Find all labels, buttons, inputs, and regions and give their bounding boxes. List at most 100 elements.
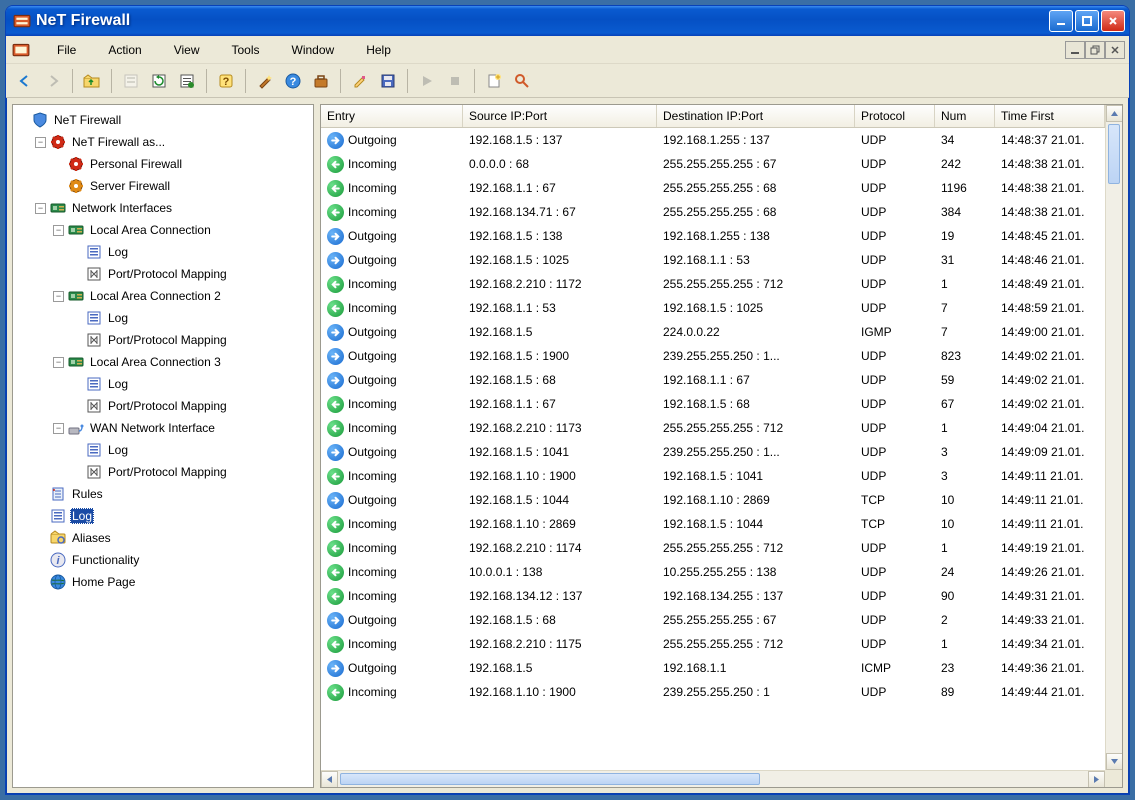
play-button[interactable] bbox=[414, 68, 440, 94]
menu-tools[interactable]: Tools bbox=[217, 39, 275, 61]
tree-node[interactable]: Server Firewall bbox=[53, 175, 313, 197]
log-row[interactable]: Outgoing192.168.1.5192.168.1.1ICMP2314:4… bbox=[321, 656, 1122, 680]
mdi-minimize-button[interactable] bbox=[1065, 41, 1085, 59]
column-header-dest[interactable]: Destination IP:Port bbox=[657, 105, 855, 127]
tree-view[interactable]: NeT Firewall−NeT Firewall as...Personal … bbox=[12, 104, 314, 788]
tree-node[interactable]: Home Page bbox=[35, 571, 313, 593]
tree-expander-icon[interactable]: − bbox=[35, 137, 46, 148]
tree-node[interactable]: Port/Protocol Mapping bbox=[71, 461, 313, 483]
log-row[interactable]: Incoming192.168.134.12 : 137192.168.134.… bbox=[321, 584, 1122, 608]
tree-node[interactable]: −WAN Network Interface bbox=[53, 417, 313, 439]
toolbox-button[interactable] bbox=[308, 68, 334, 94]
log-row[interactable]: Incoming192.168.1.1 : 67192.168.1.5 : 68… bbox=[321, 392, 1122, 416]
scroll-left-button[interactable] bbox=[321, 771, 338, 788]
log-row[interactable]: Incoming192.168.2.210 : 1172255.255.255.… bbox=[321, 272, 1122, 296]
log-row[interactable]: Outgoing192.168.1.5 : 1041239.255.255.25… bbox=[321, 440, 1122, 464]
properties-button[interactable] bbox=[118, 68, 144, 94]
tree-node[interactable]: NeT Firewall bbox=[17, 109, 313, 131]
scroll-right-button[interactable] bbox=[1088, 771, 1105, 788]
wizard-button[interactable] bbox=[252, 68, 278, 94]
tree-node[interactable]: Personal Firewall bbox=[53, 153, 313, 175]
back-button[interactable] bbox=[12, 68, 38, 94]
new-document-button[interactable] bbox=[481, 68, 507, 94]
maximize-button[interactable] bbox=[1075, 10, 1099, 32]
tree-node[interactable]: iFunctionality bbox=[35, 549, 313, 571]
log-row[interactable]: Incoming192.168.1.1 : 53192.168.1.5 : 10… bbox=[321, 296, 1122, 320]
mdi-restore-button[interactable] bbox=[1085, 41, 1105, 59]
tree-expander-icon[interactable]: − bbox=[53, 225, 64, 236]
log-row[interactable]: Outgoing192.168.1.5 : 1025192.168.1.1 : … bbox=[321, 248, 1122, 272]
vertical-scroll-thumb[interactable] bbox=[1108, 124, 1120, 184]
log-row[interactable]: Incoming192.168.134.71 : 67255.255.255.2… bbox=[321, 200, 1122, 224]
log-row[interactable]: Outgoing192.168.1.5 : 137192.168.1.255 :… bbox=[321, 128, 1122, 152]
horizontal-scroll-thumb[interactable] bbox=[340, 773, 760, 785]
tree-node[interactable]: Aliases bbox=[35, 527, 313, 549]
tree-node[interactable]: −Network Interfaces bbox=[35, 197, 313, 219]
log-row[interactable]: Outgoing192.168.1.5 : 68192.168.1.1 : 67… bbox=[321, 368, 1122, 392]
tree-node[interactable]: Log bbox=[71, 439, 313, 461]
log-row[interactable]: Outgoing192.168.1.5224.0.0.22IGMP714:49:… bbox=[321, 320, 1122, 344]
menu-help[interactable]: Help bbox=[351, 39, 406, 61]
menu-view[interactable]: View bbox=[159, 39, 215, 61]
stop-button[interactable] bbox=[442, 68, 468, 94]
tree-node[interactable]: Port/Protocol Mapping bbox=[71, 329, 313, 351]
edit-button[interactable] bbox=[347, 68, 373, 94]
save-button[interactable] bbox=[375, 68, 401, 94]
log-row[interactable]: Incoming0.0.0.0 : 68255.255.255.255 : 67… bbox=[321, 152, 1122, 176]
find-button[interactable] bbox=[509, 68, 535, 94]
help-button[interactable]: ? bbox=[213, 68, 239, 94]
wan-icon bbox=[68, 420, 84, 436]
vertical-scrollbar[interactable] bbox=[1105, 105, 1122, 770]
horizontal-scrollbar[interactable] bbox=[321, 770, 1105, 787]
log-row[interactable]: Incoming192.168.1.10 : 2869192.168.1.5 :… bbox=[321, 512, 1122, 536]
log-row[interactable]: Outgoing192.168.1.5 : 68255.255.255.255 … bbox=[321, 608, 1122, 632]
minimize-button[interactable] bbox=[1049, 10, 1073, 32]
refresh-button[interactable] bbox=[146, 68, 172, 94]
list-body[interactable]: Outgoing192.168.1.5 : 137192.168.1.255 :… bbox=[321, 128, 1122, 787]
export-list-button[interactable] bbox=[174, 68, 200, 94]
log-row[interactable]: Outgoing192.168.1.5 : 1900239.255.255.25… bbox=[321, 344, 1122, 368]
forward-button[interactable] bbox=[40, 68, 66, 94]
tree-node[interactable]: Log bbox=[35, 505, 313, 527]
tree-node[interactable]: Log bbox=[71, 373, 313, 395]
tree-expander-icon[interactable]: − bbox=[35, 203, 46, 214]
column-header-time[interactable]: Time First bbox=[995, 105, 1105, 127]
tree-node[interactable]: −NeT Firewall as... bbox=[35, 131, 313, 153]
mdi-close-button[interactable] bbox=[1105, 41, 1125, 59]
about-button[interactable]: ? bbox=[280, 68, 306, 94]
tree-node[interactable]: Log bbox=[71, 307, 313, 329]
log-row[interactable]: Incoming10.0.0.1 : 13810.255.255.255 : 1… bbox=[321, 560, 1122, 584]
scroll-up-button[interactable] bbox=[1106, 105, 1123, 122]
column-header-source[interactable]: Source IP:Port bbox=[463, 105, 657, 127]
log-row[interactable]: Incoming192.168.1.10 : 1900192.168.1.5 :… bbox=[321, 464, 1122, 488]
tree-expander-icon[interactable]: − bbox=[53, 423, 64, 434]
tree-node[interactable]: Log bbox=[71, 241, 313, 263]
log-row[interactable]: Outgoing192.168.1.5 : 138192.168.1.255 :… bbox=[321, 224, 1122, 248]
tree-expander-icon[interactable]: − bbox=[53, 357, 64, 368]
log-icon bbox=[86, 244, 102, 260]
tree-node[interactable]: Port/Protocol Mapping bbox=[71, 263, 313, 285]
tree-node[interactable]: Port/Protocol Mapping bbox=[71, 395, 313, 417]
menu-file[interactable]: File bbox=[42, 39, 91, 61]
column-header-num[interactable]: Num bbox=[935, 105, 995, 127]
close-button[interactable] bbox=[1101, 10, 1125, 32]
log-row[interactable]: Outgoing192.168.1.5 : 1044192.168.1.10 :… bbox=[321, 488, 1122, 512]
log-row[interactable]: Incoming192.168.1.10 : 1900239.255.255.2… bbox=[321, 680, 1122, 704]
tree-node[interactable]: Rules bbox=[35, 483, 313, 505]
scroll-down-button[interactable] bbox=[1106, 753, 1123, 770]
log-row[interactable]: Incoming192.168.2.210 : 1174255.255.255.… bbox=[321, 536, 1122, 560]
tree-node[interactable]: −Local Area Connection 2 bbox=[53, 285, 313, 307]
log-row[interactable]: Incoming192.168.2.210 : 1175255.255.255.… bbox=[321, 632, 1122, 656]
tree-node[interactable]: −Local Area Connection 3 bbox=[53, 351, 313, 373]
menu-window[interactable]: Window bbox=[277, 39, 350, 61]
column-header-entry[interactable]: Entry bbox=[321, 105, 463, 127]
titlebar[interactable]: NeT Firewall bbox=[6, 6, 1129, 36]
column-header-protocol[interactable]: Protocol bbox=[855, 105, 935, 127]
tree-expander-icon[interactable]: − bbox=[53, 291, 64, 302]
up-folder-button[interactable] bbox=[79, 68, 105, 94]
log-row[interactable]: Incoming192.168.1.1 : 67255.255.255.255 … bbox=[321, 176, 1122, 200]
tree-node[interactable]: −Local Area Connection bbox=[53, 219, 313, 241]
menu-action[interactable]: Action bbox=[93, 39, 156, 61]
log-row[interactable]: Incoming192.168.2.210 : 1173255.255.255.… bbox=[321, 416, 1122, 440]
log-list-view[interactable]: EntrySource IP:PortDestination IP:PortPr… bbox=[320, 104, 1123, 788]
